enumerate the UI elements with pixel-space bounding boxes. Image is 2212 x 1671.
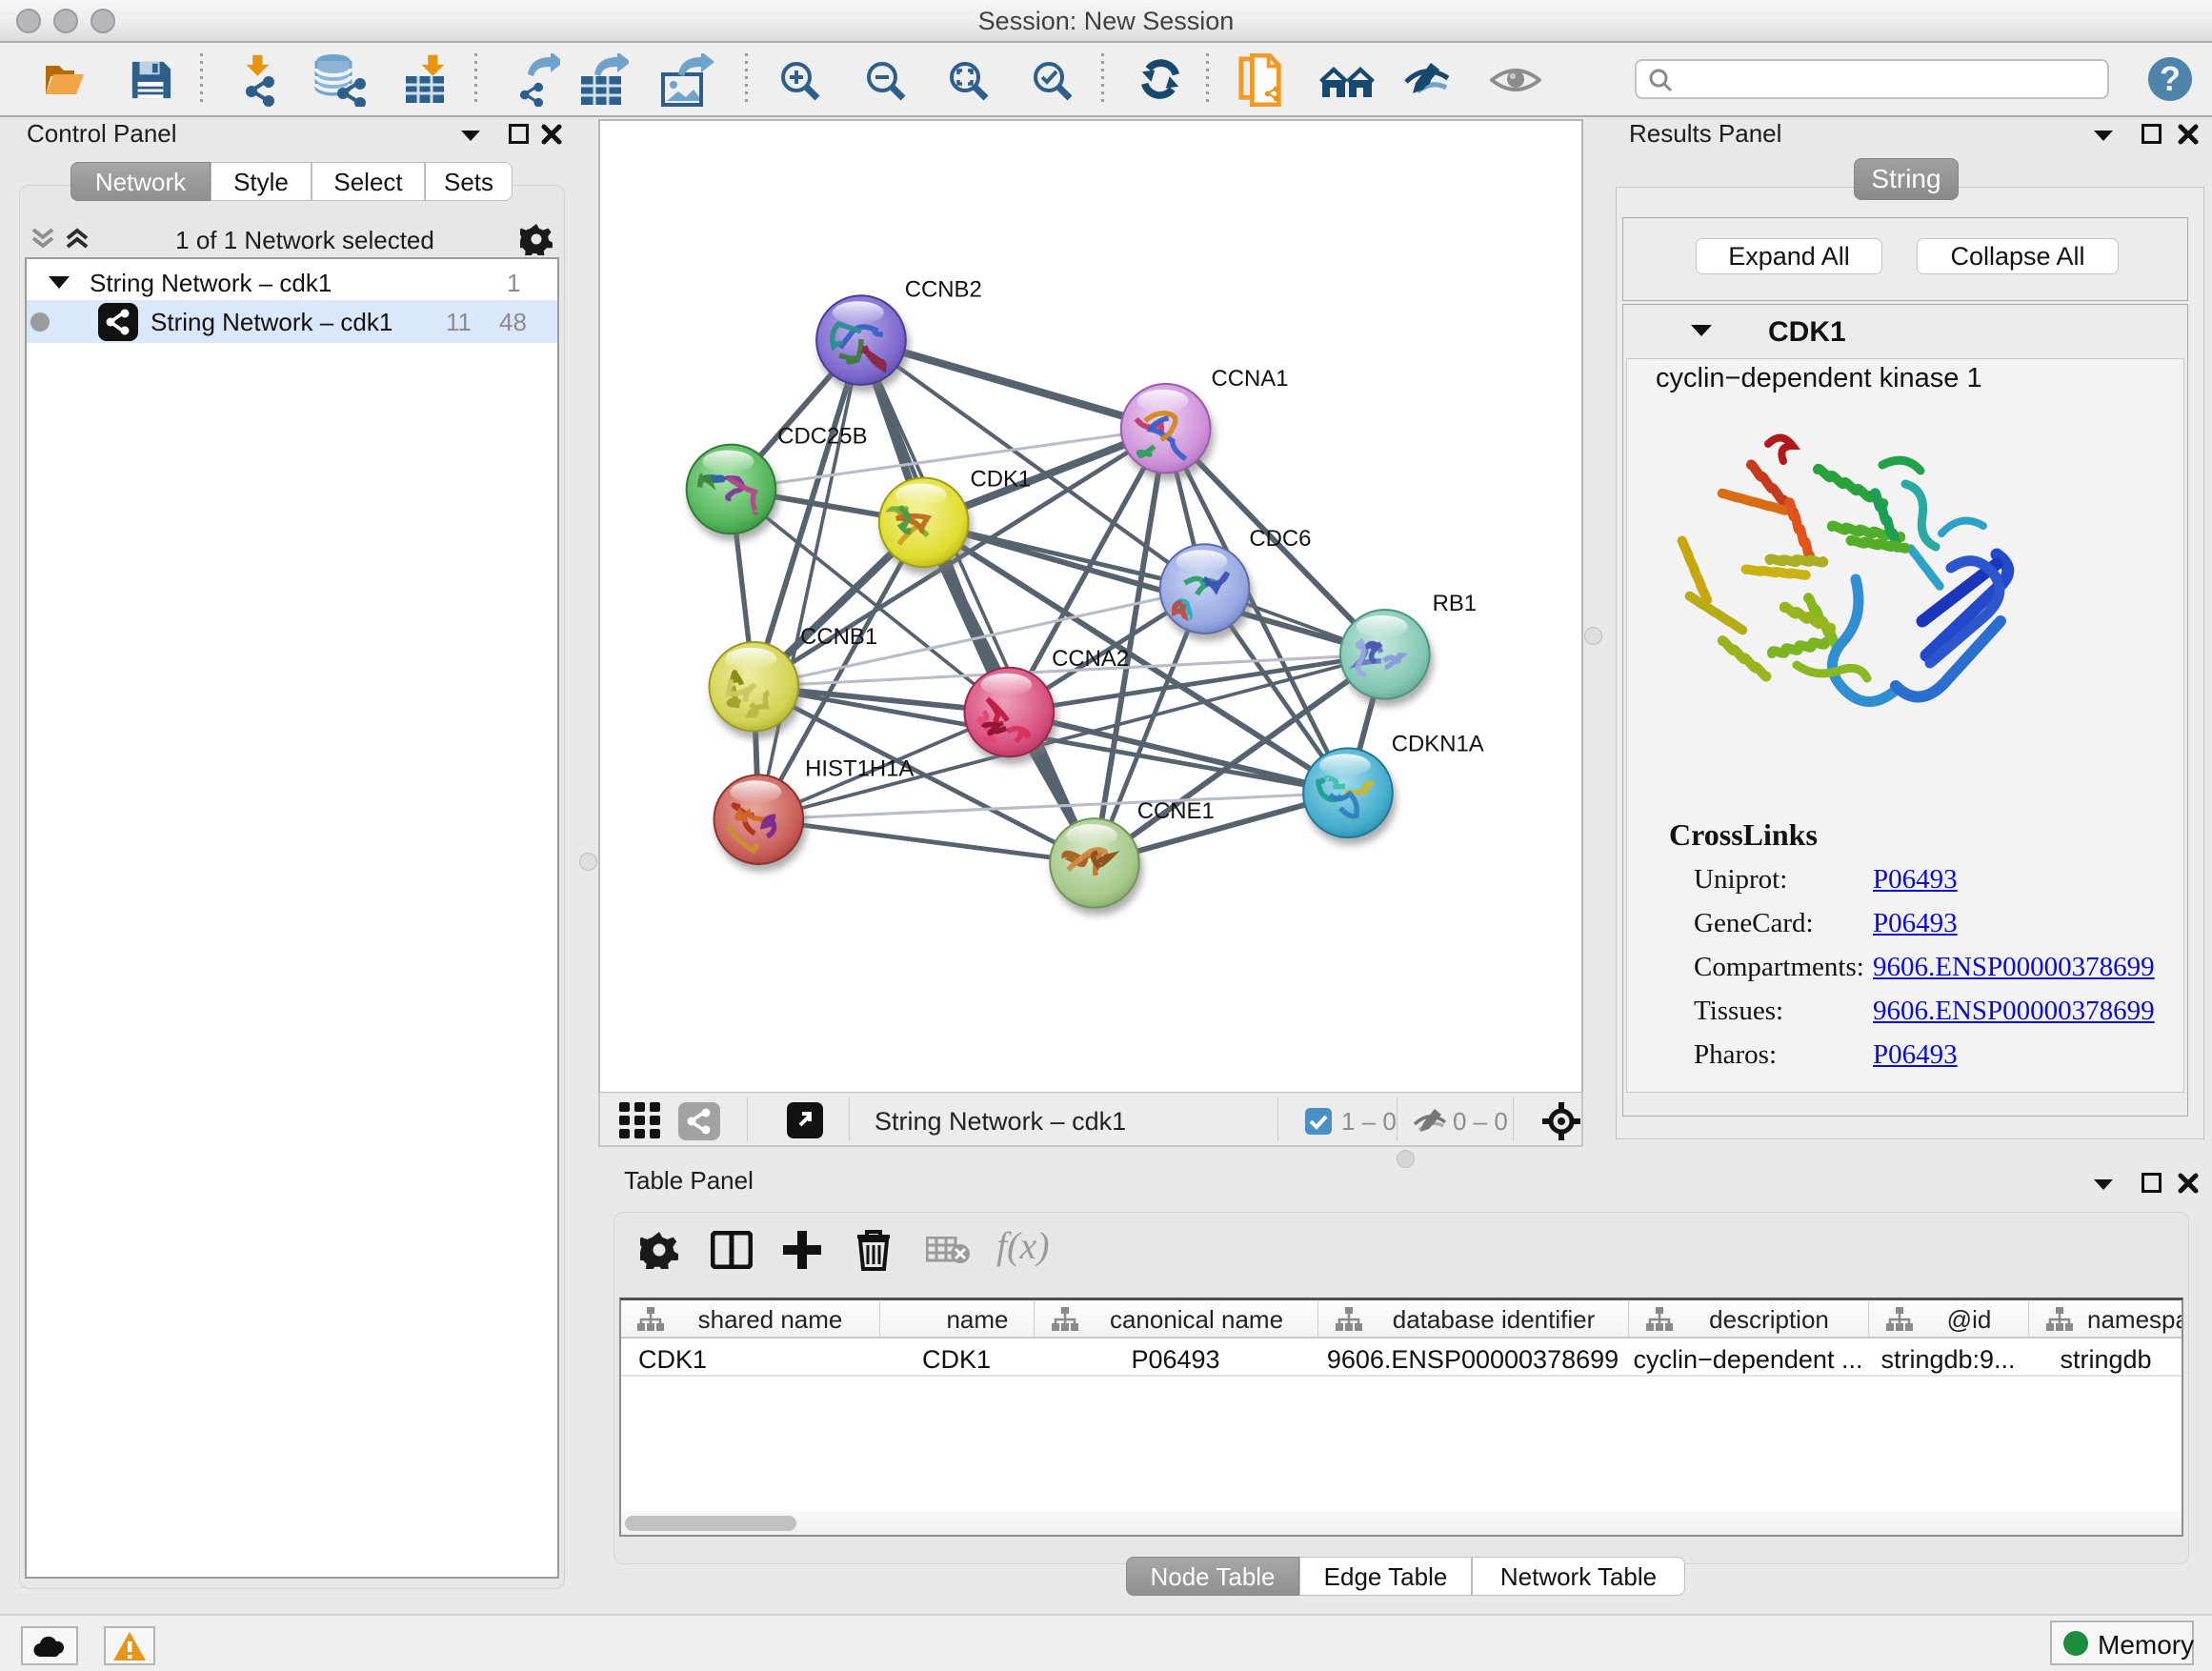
svg-text:RB1: RB1 bbox=[1433, 591, 1477, 616]
svg-text:CDK1: CDK1 bbox=[970, 466, 1031, 492]
svg-text:CCNA2: CCNA2 bbox=[1052, 646, 1129, 672]
svg-text:CCNA1: CCNA1 bbox=[1212, 366, 1289, 392]
svg-text:CDKN1A: CDKN1A bbox=[1392, 731, 1484, 756]
svg-text:CCNB2: CCNB2 bbox=[905, 276, 982, 302]
svg-text:HIST1H1A: HIST1H1A bbox=[805, 755, 914, 781]
svg-text:CCNE1: CCNE1 bbox=[1137, 798, 1215, 824]
svg-text:CCNB1: CCNB1 bbox=[800, 624, 877, 650]
svg-text:CDC6: CDC6 bbox=[1249, 526, 1311, 552]
svg-text:CDC25B: CDC25B bbox=[777, 424, 867, 450]
